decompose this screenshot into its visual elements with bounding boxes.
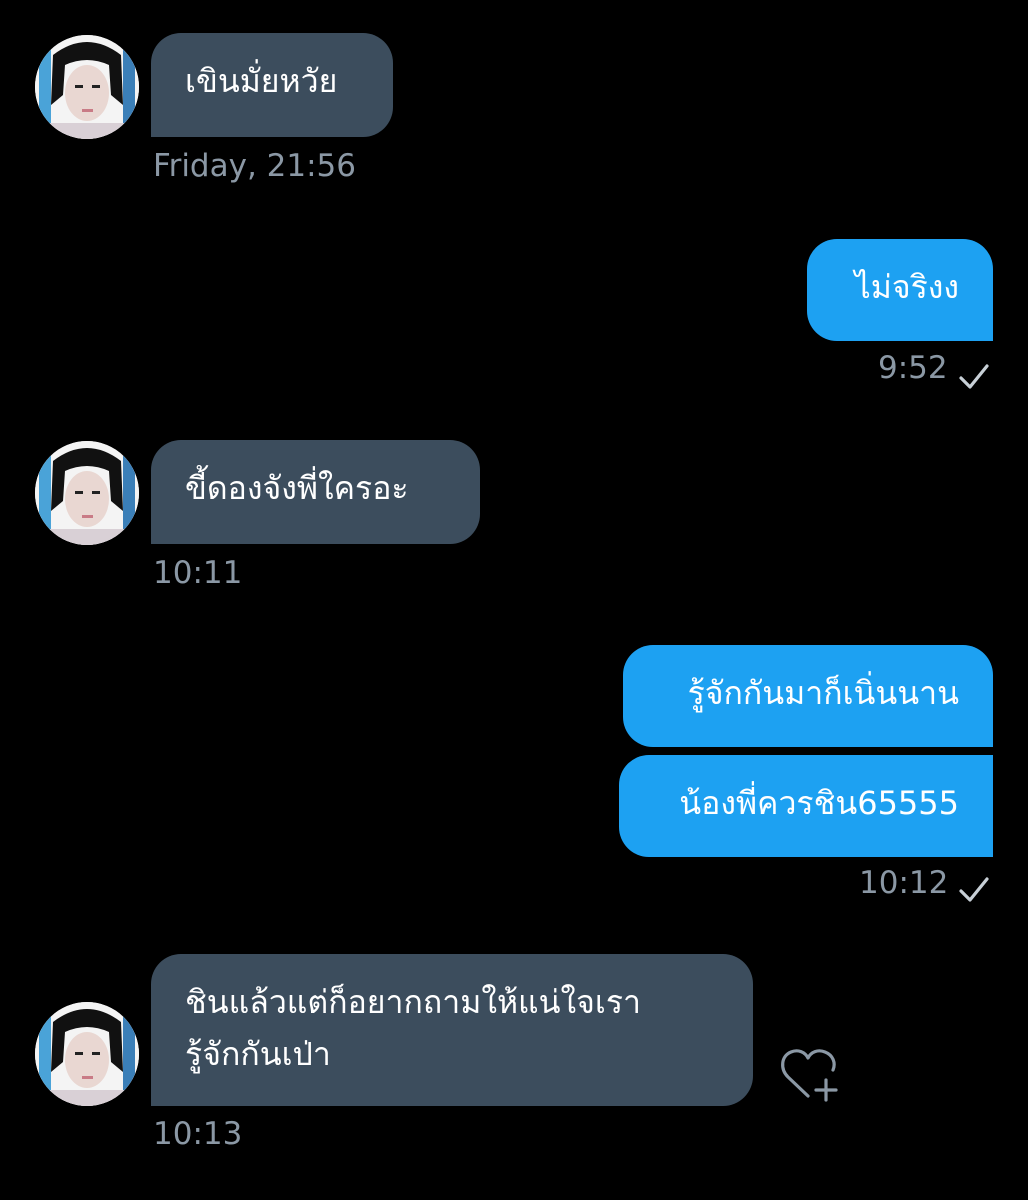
message-bubble[interactable]: เขินมั่ยหวัย <box>151 33 393 137</box>
message-text-line: รู้จักกันเป่า <box>185 1035 331 1073</box>
heart-plus-icon[interactable] <box>778 1044 848 1104</box>
avatar-image <box>35 35 139 139</box>
message-timestamp: 9:52 <box>878 350 948 386</box>
message-bubble[interactable]: ขี้ดองจังพี่ใครอะ <box>151 440 480 544</box>
message-timestamp: 10:13 <box>153 1116 243 1152</box>
message-text: ไม่จริงง <box>854 268 959 306</box>
message-text: ขี้ดองจังพี่ใครอะ <box>185 469 409 507</box>
message-bubble[interactable]: น้องพี่ควรชิน65555 <box>619 755 993 857</box>
avatar[interactable] <box>35 35 139 139</box>
check-icon <box>959 877 989 902</box>
message-timestamp: Friday, 21:56 <box>153 148 356 184</box>
avatar-image <box>35 441 139 545</box>
avatar[interactable] <box>35 1002 139 1106</box>
avatar-image <box>35 1002 139 1106</box>
message-text: รู้จักกันมาก็เนิ่นนาน <box>687 674 959 712</box>
check-icon <box>959 364 989 389</box>
message-text: น้องพี่ควรชิน65555 <box>679 784 959 822</box>
message-timestamp: 10:11 <box>153 555 243 591</box>
chat-thread: เขินมั่ยหวัย Friday, 21:56 ไม่จริงง 9:52… <box>0 0 1028 1200</box>
message-bubble[interactable]: ชินแล้วแต่ก็อยากถามให้แน่ใจเรา รู้จักกัน… <box>151 954 753 1106</box>
message-text: เขินมั่ยหวัย <box>185 62 338 100</box>
message-timestamp: 10:12 <box>859 865 949 901</box>
avatar[interactable] <box>35 441 139 545</box>
message-bubble[interactable]: ไม่จริงง <box>807 239 993 341</box>
message-text-line: ชินแล้วแต่ก็อยากถามให้แน่ใจเรา <box>185 983 642 1021</box>
message-bubble[interactable]: รู้จักกันมาก็เนิ่นนาน <box>623 645 993 747</box>
